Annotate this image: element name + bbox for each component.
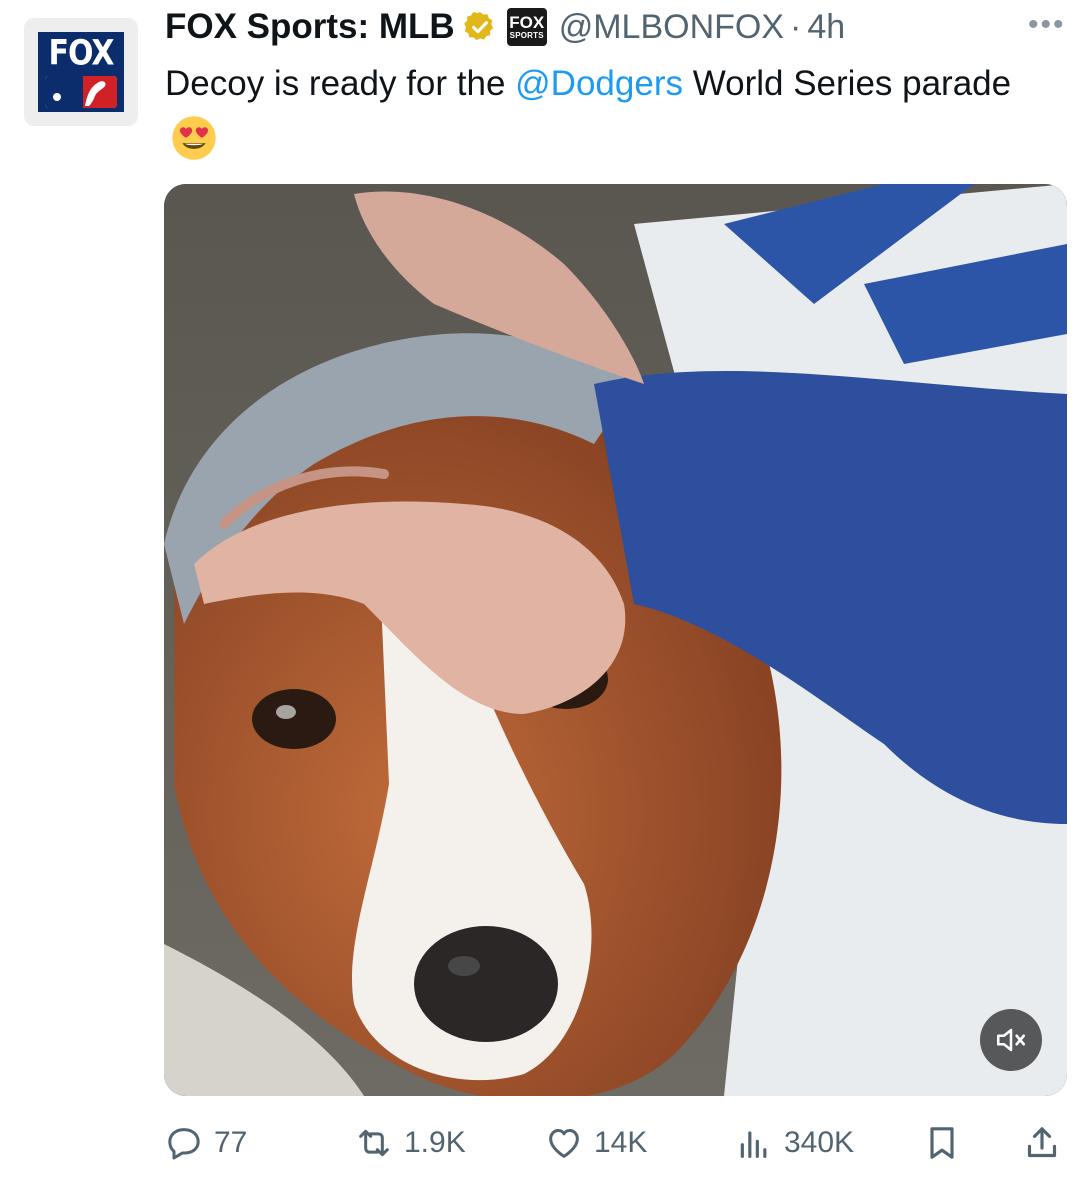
- like-button[interactable]: 14K: [544, 1118, 647, 1168]
- display-name[interactable]: FOX Sports: MLB: [165, 7, 455, 47]
- heart-eyes-emoji-icon: [172, 116, 216, 160]
- separator-dot: ·: [790, 7, 802, 46]
- bookmark-icon: [930, 1127, 954, 1159]
- tweet-text: Decoy is ready for the @Dodgers World Se…: [165, 58, 1055, 162]
- heart-icon: [549, 1129, 579, 1158]
- view-count: 340K: [784, 1126, 855, 1159]
- repost-count: 1.9K: [404, 1126, 466, 1159]
- account-avatar[interactable]: FOX: [24, 18, 138, 126]
- analytics-icon: [740, 1131, 767, 1158]
- views-button[interactable]: 340K: [734, 1118, 854, 1168]
- mlb-logo-icon: [45, 76, 117, 108]
- fox-sports-affiliate-badge[interactable]: FOX SPORTS: [506, 8, 547, 46]
- bookmark-button[interactable]: [922, 1118, 962, 1168]
- repost-icon: [359, 1129, 389, 1157]
- speaker-muted-icon: [996, 1028, 1026, 1052]
- video-frame-image: [164, 184, 1067, 1096]
- like-count: 14K: [594, 1126, 648, 1159]
- verified-gold-icon[interactable]: [463, 10, 497, 44]
- mention-link[interactable]: @Dodgers: [515, 64, 683, 103]
- reply-button[interactable]: 77: [164, 1118, 247, 1168]
- badge-bottom-text: SPORTS: [509, 30, 544, 40]
- action-bar: 77 1.9K 14K 340K: [164, 1118, 1064, 1168]
- avatar-logo-text: FOX: [48, 33, 114, 74]
- account-handle[interactable]: @MLBONFOX: [559, 8, 784, 47]
- more-icon[interactable]: •••: [1028, 8, 1066, 42]
- share-icon: [1027, 1127, 1057, 1158]
- timestamp[interactable]: 4h: [807, 8, 845, 47]
- tweet-header: FOX Sports: MLB FOX SPORTS @MLBONFOX · 4…: [165, 6, 1045, 48]
- mute-toggle-button[interactable]: [980, 1009, 1042, 1071]
- tweet-text-part: Decoy is ready for the: [165, 64, 516, 103]
- badge-top-text: FOX: [509, 12, 545, 32]
- fox-mlb-logo: FOX: [38, 32, 124, 112]
- share-button[interactable]: [1022, 1118, 1062, 1168]
- reply-count: 77: [214, 1126, 248, 1159]
- tweet-video[interactable]: [164, 184, 1067, 1096]
- tweet-text-part: World Series parade: [682, 64, 1012, 103]
- reply-icon: [168, 1128, 200, 1160]
- repost-button[interactable]: 1.9K: [354, 1118, 466, 1168]
